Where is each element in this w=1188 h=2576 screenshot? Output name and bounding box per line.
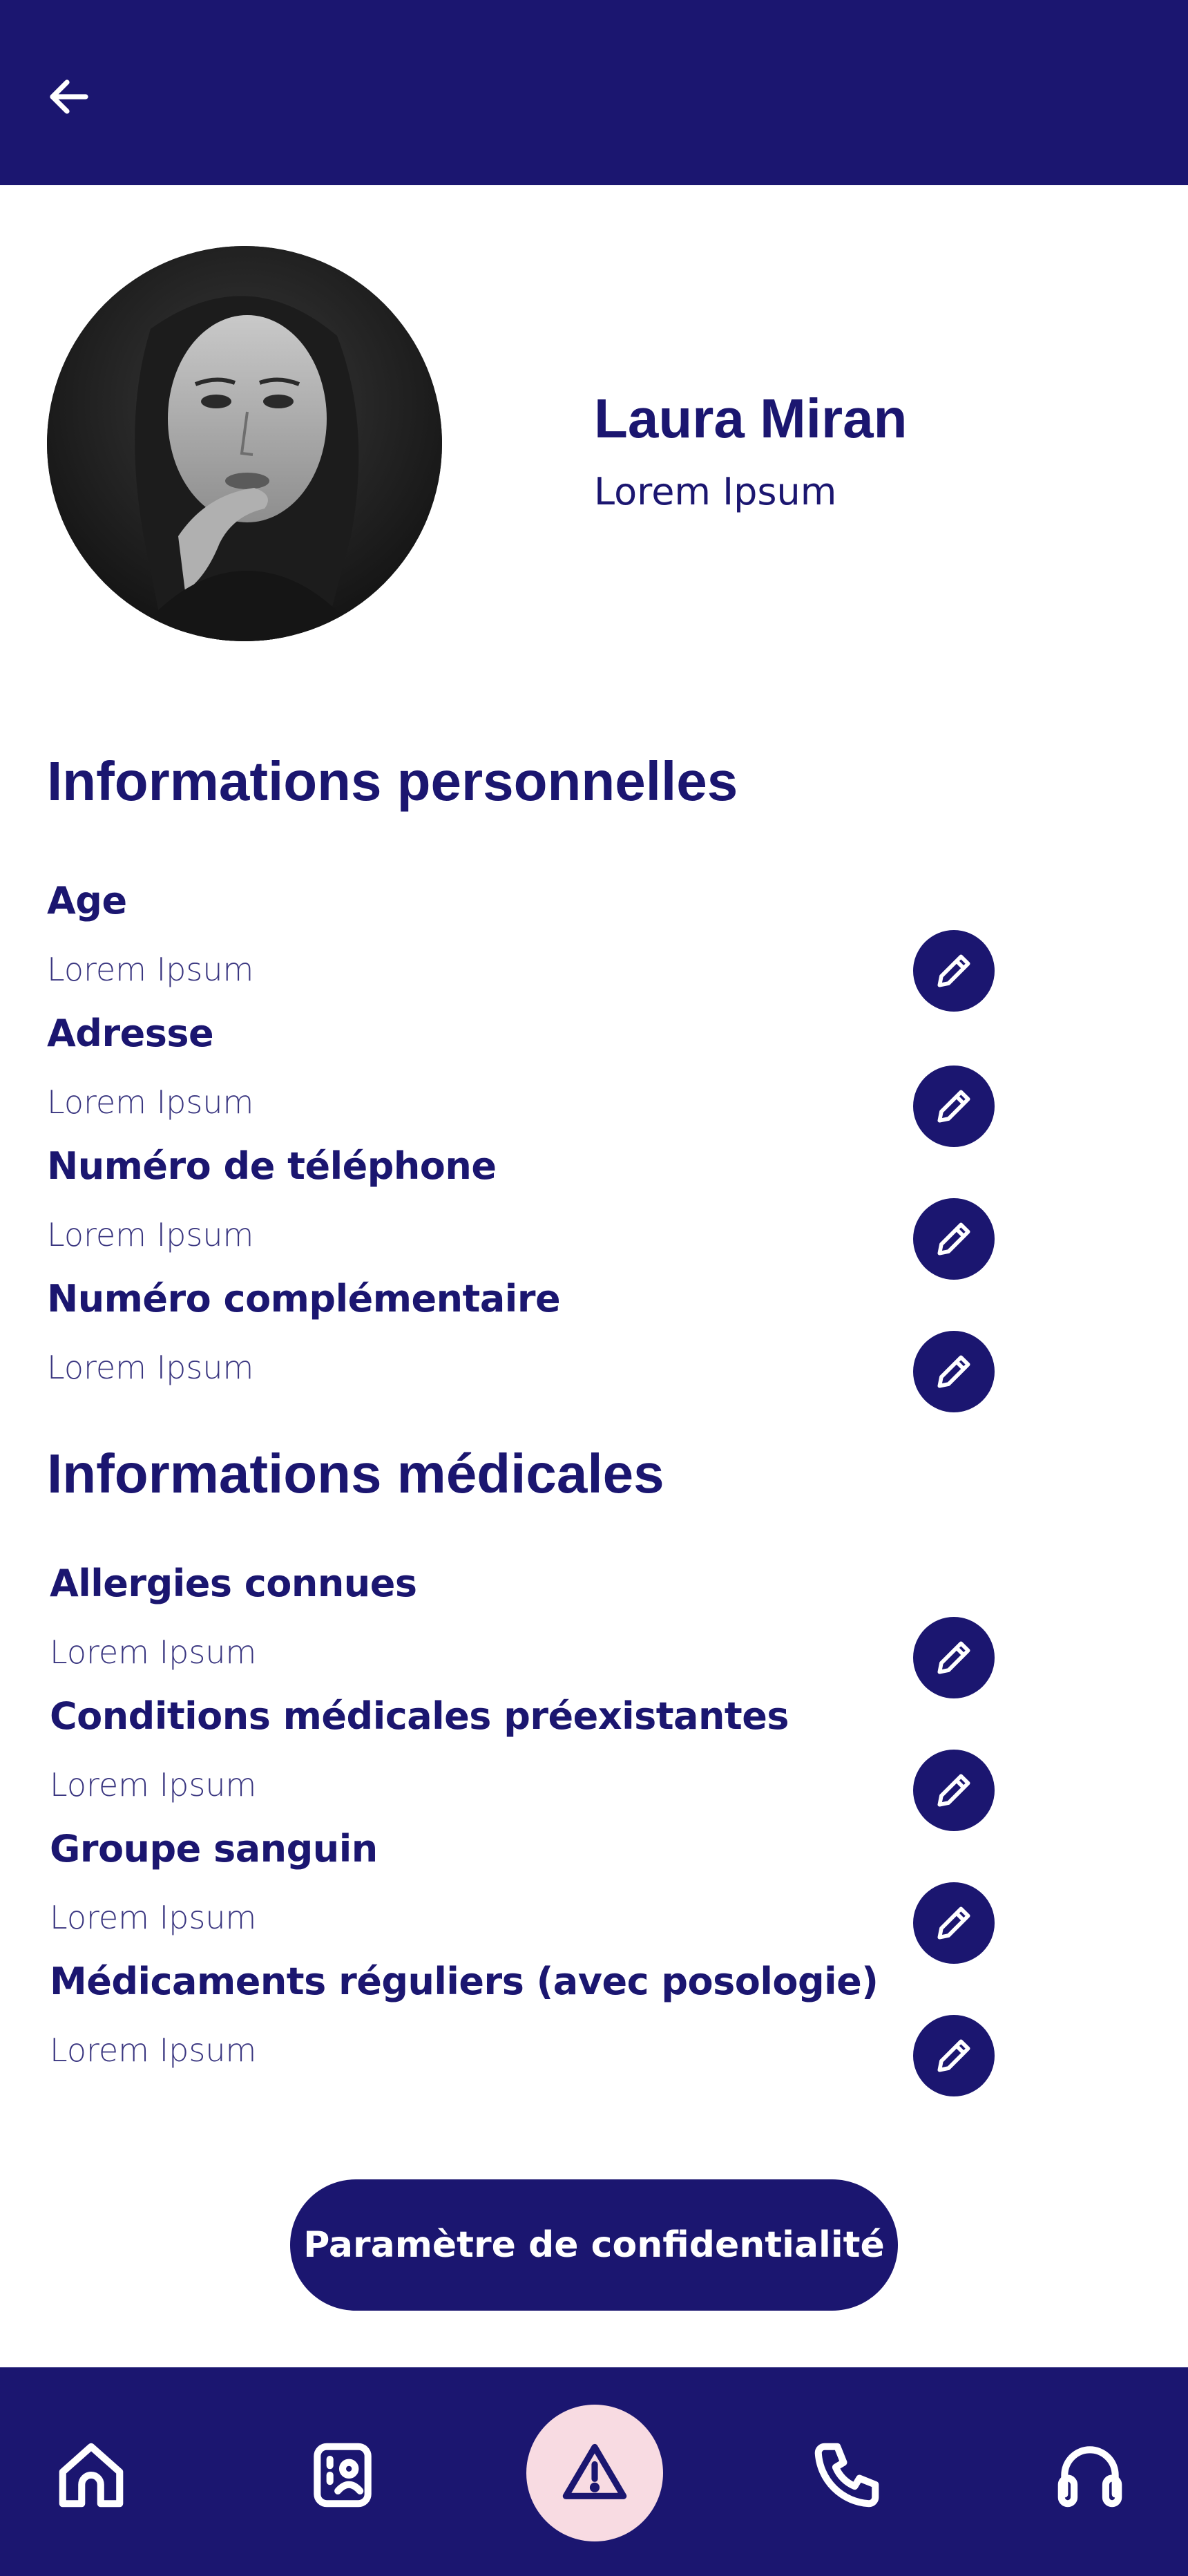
- field-label-conditions: Conditions médicales préexistantes: [50, 1694, 789, 1738]
- edit-medications-button[interactable]: [913, 2015, 995, 2096]
- phone-icon: [814, 2443, 879, 2508]
- pencil-icon: [937, 1222, 970, 1256]
- contacts-card-icon: [314, 2443, 372, 2508]
- field-value-allergies: Lorem Ipsum: [50, 1633, 257, 1671]
- edit-address-button[interactable]: [913, 1066, 995, 1147]
- nav-contacts[interactable]: [301, 2434, 384, 2517]
- arrow-left-icon: [50, 79, 88, 114]
- profile-name: Laura Miran: [594, 388, 908, 449]
- nav-support[interactable]: [1048, 2434, 1131, 2517]
- pencil-icon: [937, 1641, 970, 1674]
- pencil-icon: [937, 1090, 970, 1123]
- field-value-conditions: Lorem Ipsum: [50, 1766, 257, 1803]
- field-label-secondary-phone: Numéro complémentaire: [47, 1277, 561, 1320]
- privacy-settings-button[interactable]: Paramètre de confidentialité: [290, 2179, 898, 2311]
- edit-age-button[interactable]: [913, 930, 995, 1012]
- field-label-address: Adresse: [47, 1012, 214, 1055]
- pencil-icon: [937, 1355, 970, 1388]
- headset-icon: [1057, 2446, 1122, 2508]
- back-button[interactable]: [41, 69, 97, 124]
- field-value-medications: Lorem Ipsum: [50, 2032, 257, 2069]
- pencil-icon: [937, 954, 970, 987]
- edit-allergies-button[interactable]: [913, 1617, 995, 1698]
- nav-phone[interactable]: [805, 2434, 888, 2517]
- profile-subtitle: Lorem Ipsum: [594, 470, 837, 513]
- medical-info-title: Informations médicales: [47, 1443, 664, 1504]
- field-label-age: Age: [47, 879, 127, 922]
- profile-page: Laura Miran Lorem Ipsum Informations per…: [0, 0, 1188, 2576]
- edit-phone-button[interactable]: [913, 1198, 995, 1280]
- field-value-address: Lorem Ipsum: [47, 1083, 254, 1121]
- field-label-allergies: Allergies connues: [50, 1562, 417, 1605]
- field-value-phone: Lorem Ipsum: [47, 1216, 254, 1253]
- pencil-icon: [937, 2039, 970, 2072]
- nav-home[interactable]: [50, 2434, 133, 2517]
- edit-conditions-button[interactable]: [913, 1750, 995, 1831]
- field-label-medications: Médicaments réguliers (avec posologie): [50, 1960, 879, 2003]
- edit-secondary-phone-button[interactable]: [913, 1331, 995, 1412]
- top-bar: [0, 0, 1188, 185]
- alert-button[interactable]: [526, 2405, 663, 2541]
- field-value-age: Lorem Ipsum: [47, 951, 254, 988]
- pencil-icon: [937, 1774, 970, 1807]
- pencil-icon: [937, 1906, 970, 1940]
- personal-info-title: Informations personnelles: [47, 750, 738, 812]
- home-icon: [59, 2443, 124, 2508]
- field-value-secondary-phone: Lorem Ipsum: [47, 1349, 254, 1386]
- field-label-phone: Numéro de téléphone: [47, 1144, 497, 1188]
- field-label-blood-group: Groupe sanguin: [50, 1827, 378, 1871]
- field-value-blood-group: Lorem Ipsum: [50, 1899, 257, 1936]
- alert-triangle-icon: [562, 2443, 627, 2499]
- avatar: [47, 246, 442, 641]
- edit-blood-group-button[interactable]: [913, 1882, 995, 1964]
